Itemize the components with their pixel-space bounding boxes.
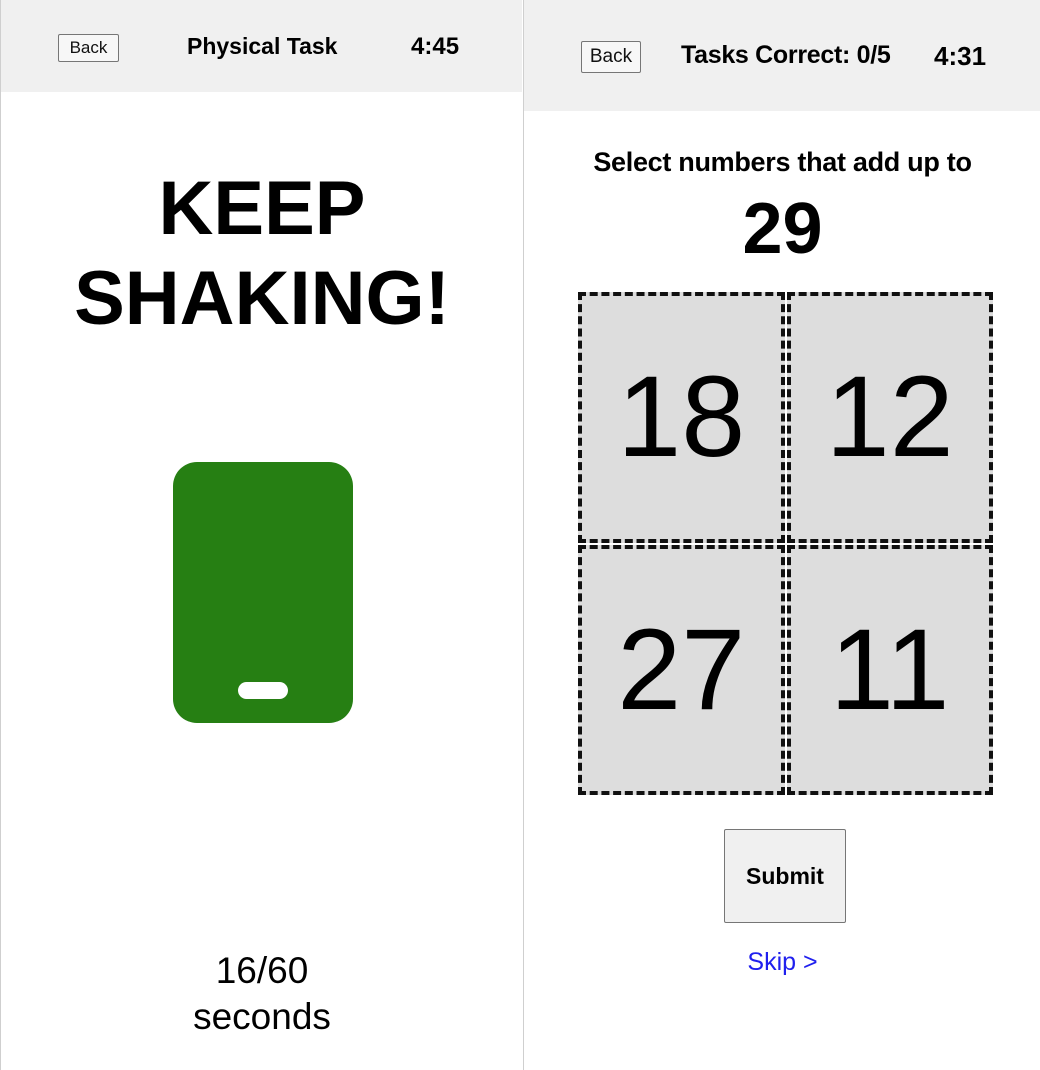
- header-bar: Back Tasks Correct: 0/5 4:31: [524, 0, 1040, 111]
- tasks-correct-counter: Tasks Correct: 0/5: [681, 41, 891, 69]
- countdown-timer: 4:31: [934, 41, 987, 71]
- number-tile[interactable]: 18: [578, 292, 785, 543]
- task-prompt: Select numbers that add up to: [593, 147, 972, 177]
- back-button[interactable]: Back: [58, 34, 119, 62]
- shake-progress-unit: seconds: [193, 996, 331, 1037]
- skip-link[interactable]: Skip >: [524, 948, 1040, 977]
- instruction-line-2: SHAKING!: [74, 256, 450, 341]
- phone-icon: [173, 462, 353, 723]
- submit-button[interactable]: Submit: [724, 829, 846, 923]
- page-title: Physical Task: [187, 33, 338, 59]
- number-tile[interactable]: 27: [578, 544, 785, 795]
- number-grid: 18 12 27 11: [578, 292, 993, 795]
- shake-progress-count: 16/60: [215, 950, 309, 991]
- header-bar: Back Physical Task 4:45: [1, 0, 522, 92]
- physical-task-screen: Back Physical Task 4:45 KEEP SHAKING! 16…: [0, 0, 522, 1070]
- countdown-timer: 4:45: [411, 33, 460, 60]
- number-tile[interactable]: 12: [786, 292, 993, 543]
- target-sum: 29: [742, 189, 823, 269]
- number-tile[interactable]: 11: [786, 544, 993, 795]
- instruction-line-1: KEEP: [158, 166, 366, 251]
- phone-home-button: [238, 682, 288, 699]
- back-button[interactable]: Back: [581, 41, 641, 73]
- math-task-screen: Back Tasks Correct: 0/5 4:31 Select numb…: [523, 0, 1040, 1070]
